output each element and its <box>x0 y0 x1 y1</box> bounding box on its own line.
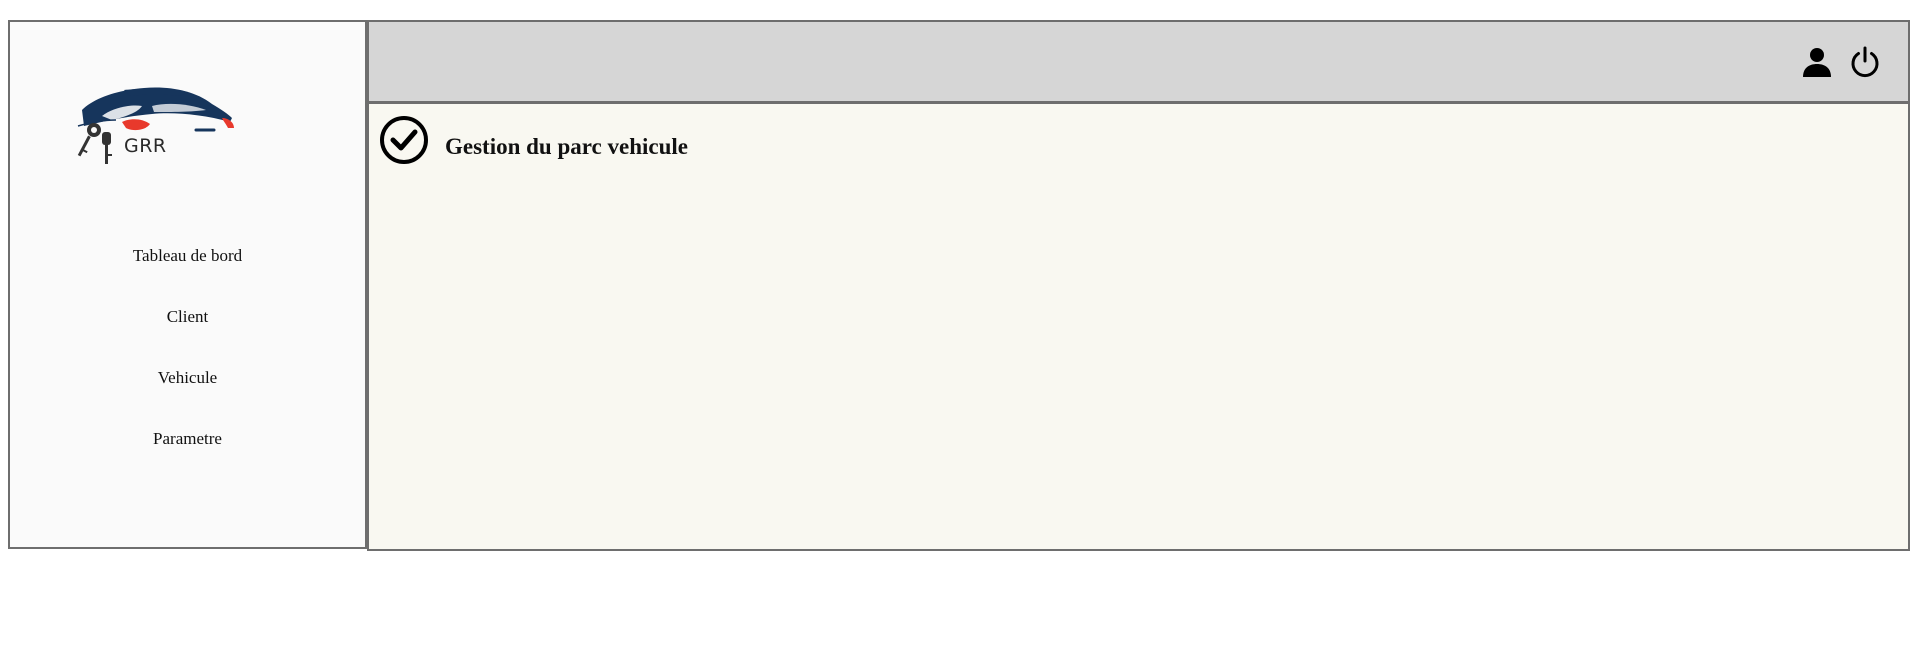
sidebar-item-vehicule[interactable]: Vehicule <box>10 367 365 428</box>
user-icon[interactable] <box>1801 46 1833 78</box>
sidebar-nav: Tableau de bord Client Vehicule Parametr… <box>10 245 365 489</box>
brand-name: GRR <box>124 135 167 157</box>
check-circle-icon <box>379 115 429 165</box>
sidebar: GRR Tableau de bord Client Vehicule Para… <box>8 20 367 549</box>
main-content: Gestion du parc vehicule <box>367 104 1910 551</box>
brand-logo[interactable] <box>72 82 242 172</box>
app-shell: GRR Tableau de bord Client Vehicule Para… <box>8 20 1911 551</box>
sidebar-item-client[interactable]: Client <box>10 306 365 367</box>
car-keys-logo-icon <box>77 87 234 164</box>
power-icon[interactable] <box>1849 46 1881 78</box>
page-title: Gestion du parc vehicule <box>445 134 689 159</box>
top-bar <box>367 20 1910 104</box>
sidebar-item-parametre[interactable]: Parametre <box>10 428 365 489</box>
sidebar-item-tableau-de-bord[interactable]: Tableau de bord <box>10 245 365 306</box>
